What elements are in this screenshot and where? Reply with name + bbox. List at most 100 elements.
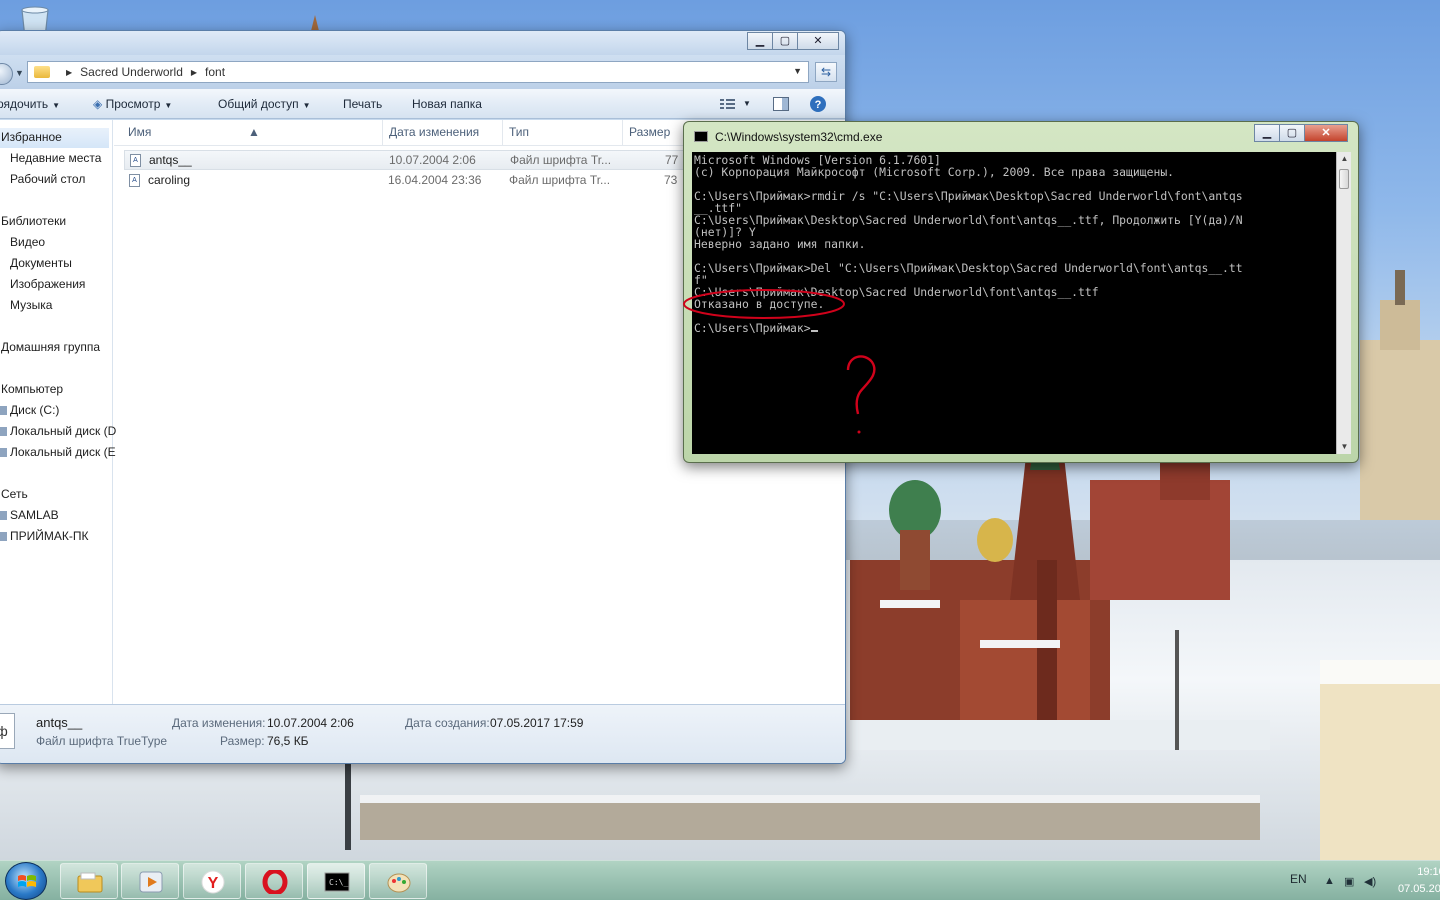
console-scrollbar[interactable]: ▲ ▼ [1336,152,1351,454]
nav-video[interactable]: Видео [10,235,45,249]
file-date: 16.04.2004 23:36 [388,173,482,187]
column-type[interactable]: Тип [509,125,529,139]
address-dropdown-chevron-icon[interactable]: ▼ [793,66,802,76]
nav-favorites[interactable]: Избранное [0,128,109,148]
system-tray: EN ▲ ▣ ◀) 19:10 07.05.2017 [1240,861,1440,900]
nav-homegroup[interactable]: Домашняя группа [1,340,100,354]
scroll-thumb[interactable] [1339,169,1349,189]
details-modified-label: Дата изменения: [172,716,266,730]
yandex-browser-icon: Y [201,870,225,894]
close-button[interactable]: ✕ [1304,124,1348,142]
file-size: 73 [664,173,678,187]
nav-priymak-pc[interactable]: ПРИЙМАК-ПК [0,529,89,543]
taskbar-media-player[interactable] [121,863,179,899]
column-separator[interactable] [622,120,623,146]
nav-documents[interactable]: Документы [10,256,72,270]
file-row[interactable]: A antqs__ 10.07.2004 2:06 Файл шрифта Tr… [124,150,684,170]
cmd-window[interactable]: C:\Windows\system32\cmd.exe ▁ ▢ ✕ Micros… [683,121,1359,463]
nav-disk-d[interactable]: Локальный диск (D [0,424,117,438]
start-button[interactable] [5,862,47,900]
preview-pane-icon[interactable] [772,95,790,113]
maximize-button[interactable]: ▢ [1279,124,1305,142]
paint-icon [387,873,411,893]
nav-disk-c[interactable]: Диск (C:) [0,403,59,417]
network-icon[interactable]: ▣ [1344,875,1354,888]
cmd-window-buttons: ▁ ▢ ✕ [1254,124,1348,142]
clock-time[interactable]: 19:10 [1408,866,1440,878]
nav-priymak-pc-label: ПРИЙМАК-ПК [10,529,89,543]
nav-recent-places[interactable]: Недавние места [10,151,101,165]
explorer-titlebar[interactable]: ▁ ▢ ✕ [0,31,845,55]
nav-disk-e[interactable]: Локальный диск (E [0,445,116,459]
details-modified-value: 10.07.2004 2:06 [267,716,354,730]
font-file-icon: A [130,154,141,167]
clock-date[interactable]: 07.05.2017 [1398,883,1440,895]
chevron-right-icon[interactable]: ▶ [66,68,72,77]
folder-icon [34,66,50,78]
nav-samlab-label: SAMLAB [10,508,59,522]
cmd-titlebar[interactable]: C:\Windows\system32\cmd.exe ▁ ▢ ✕ [684,122,1358,150]
address-bar[interactable]: ▶ Sacred Underworld ▶ font ▼ [27,61,809,83]
language-indicator[interactable]: EN [1290,872,1307,886]
file-thumbnail: ф [0,713,15,749]
taskbar-explorer[interactable] [60,863,118,899]
svg-text:?: ? [815,99,822,111]
file-name: caroling [148,173,191,187]
new-folder-button[interactable]: Новая папка [412,97,482,111]
file-row[interactable]: A caroling 16.04.2004 23:36 Файл шрифта … [124,171,684,191]
refresh-button[interactable]: ⇆ [815,62,837,82]
opera-icon [262,870,288,894]
file-size: 77 [665,153,679,167]
chevron-right-icon[interactable]: ▶ [191,68,197,77]
volume-icon[interactable]: ◀) [1364,875,1376,888]
console-output[interactable]: Microsoft Windows [Version 6.1.7601] (c)… [692,152,1336,454]
change-view-icon[interactable] [719,95,737,113]
view-menu[interactable]: ◈ Просмотр ▼ [93,97,172,111]
scroll-up-icon[interactable]: ▲ [1337,152,1352,166]
share-menu[interactable]: Общий доступ ▼ [218,97,311,111]
taskbar-cmd[interactable]: C:\_ [307,863,365,899]
taskbar-paint[interactable] [369,863,427,899]
nav-network[interactable]: Сеть [1,487,28,501]
column-name[interactable]: Имя [128,125,151,139]
sort-ascending-icon: ▲ [248,125,260,139]
nav-desktop[interactable]: Рабочий стол [10,172,85,186]
recent-pages-chevron-icon[interactable]: ▼ [15,68,24,78]
nav-disk-d-label: Локальный диск (D [10,424,117,438]
windows-logo-icon [18,875,36,887]
minimize-button[interactable]: ▁ [1254,124,1280,142]
details-file-type: Файл шрифта TrueType [36,734,168,748]
nav-desktop-label: Рабочий стол [10,172,86,186]
maximize-button[interactable]: ▢ [772,32,798,50]
organize-label: рядочить [0,97,49,111]
breadcrumb-sacred-underworld[interactable]: Sacred Underworld [80,65,183,79]
column-size[interactable]: Размер [629,125,670,139]
close-button[interactable]: ✕ [797,32,839,50]
column-separator[interactable] [502,120,503,146]
minimize-button[interactable]: ▁ [747,32,773,50]
drive-icon [0,406,7,415]
nav-images[interactable]: Изображения [10,277,85,291]
media-player-icon [139,871,163,893]
taskbar-opera[interactable] [245,863,303,899]
column-separator[interactable] [382,120,383,146]
show-hidden-icons-chevron-icon[interactable]: ▲ [1324,875,1335,887]
nav-libraries[interactable]: Библиотеки [1,214,66,228]
print-button[interactable]: Печать [343,97,382,111]
view-options-chevron-icon[interactable]: ▼ [743,99,751,108]
cmd-title: C:\Windows\system32\cmd.exe [715,130,883,144]
organize-menu[interactable]: рядочить ▼ [0,97,60,111]
breadcrumb-font[interactable]: font [205,65,225,79]
details-size-value: 76,5 КБ [267,734,309,748]
console-icon [694,131,708,142]
back-button[interactable] [0,63,13,85]
column-date[interactable]: Дата изменения [389,125,479,139]
help-icon[interactable]: ? [809,95,827,113]
taskbar-yandex-browser[interactable]: Y [183,863,241,899]
details-created-value: 07.05.2017 17:59 [490,716,584,730]
nav-music[interactable]: Музыка [10,298,52,312]
console-text: Microsoft Windows [Version 6.1.7601] (c)… [694,153,1243,335]
nav-computer[interactable]: Компьютер [1,382,63,396]
nav-samlab[interactable]: SAMLAB [0,508,59,522]
scroll-down-icon[interactable]: ▼ [1337,440,1352,454]
